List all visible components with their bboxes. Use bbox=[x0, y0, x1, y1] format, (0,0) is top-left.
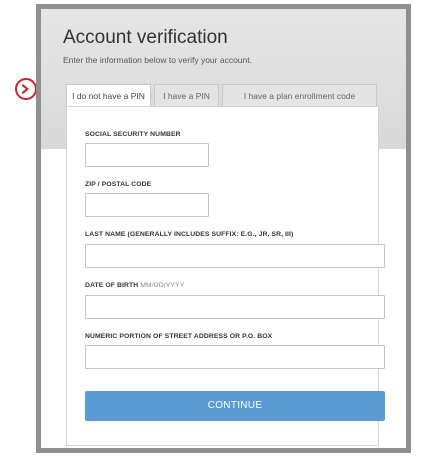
dob-format-hint: MM/DD/YYYY bbox=[140, 282, 185, 289]
continue-button[interactable]: CONTINUE bbox=[85, 391, 385, 421]
dob-label-text: DATE OF BIRTH bbox=[85, 282, 139, 289]
tab-no-pin[interactable]: I do not have a PIN bbox=[66, 84, 151, 107]
zip-input[interactable] bbox=[85, 193, 209, 217]
chevron-right-icon bbox=[15, 78, 37, 100]
street-number-input[interactable] bbox=[85, 345, 385, 369]
street-label: NUMERIC PORTION OF STREET ADDRESS OR P.O… bbox=[85, 333, 273, 340]
ssn-input[interactable] bbox=[85, 143, 209, 167]
page-title: Account verification bbox=[63, 27, 228, 48]
ssn-label: SOCIAL SECURITY NUMBER bbox=[85, 131, 181, 138]
last-name-input[interactable] bbox=[85, 244, 385, 268]
tab-enrollment-code[interactable]: I have a plan enrollment code bbox=[222, 84, 377, 106]
tab-have-pin[interactable]: I have a PIN bbox=[154, 84, 219, 106]
verification-window: Account verification Enter the informati… bbox=[36, 4, 411, 453]
last-name-label: LAST NAME (GENERALLY INCLUDES SUFFIX: E.… bbox=[85, 231, 294, 238]
page-subtitle: Enter the information below to verify yo… bbox=[63, 55, 252, 65]
zip-label: ZIP / POSTAL CODE bbox=[85, 181, 152, 188]
dob-label: DATE OF BIRTH MM/DD/YYYY bbox=[85, 282, 184, 289]
dob-input[interactable] bbox=[85, 295, 385, 319]
verification-form: SOCIAL SECURITY NUMBER ZIP / POSTAL CODE… bbox=[66, 106, 385, 446]
